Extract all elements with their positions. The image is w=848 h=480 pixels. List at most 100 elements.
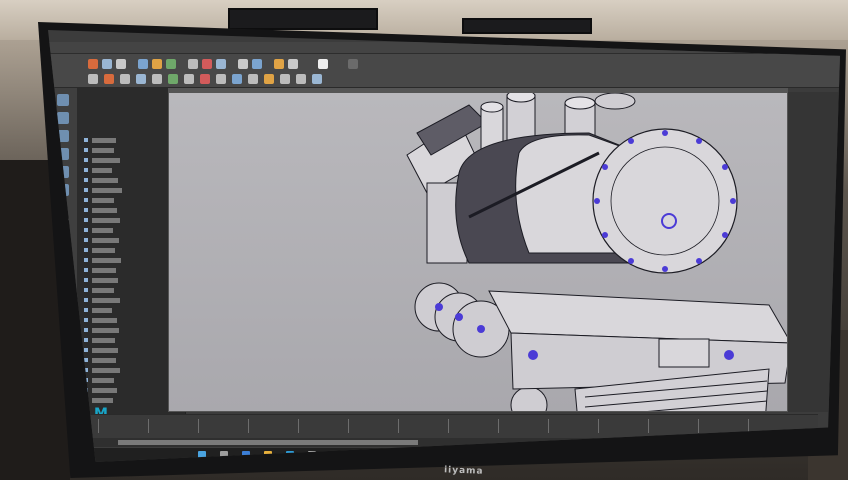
outliner-item-icon: [84, 328, 88, 332]
timeline-tick: [498, 419, 499, 433]
select-tool-icon[interactable]: [57, 94, 69, 106]
outliner-item-icon: [84, 318, 88, 322]
timeline-tick: [398, 419, 399, 433]
shelf-icon[interactable]: [104, 74, 114, 84]
outliner-item[interactable]: [92, 148, 114, 153]
timeline-tick: [348, 419, 349, 433]
lasso-tool-icon[interactable]: [57, 112, 69, 124]
outliner-item-icon: [84, 138, 88, 142]
background-monitor: [462, 18, 592, 34]
timeline-tick: [248, 419, 249, 433]
shelf-icon[interactable]: [248, 74, 258, 84]
outliner-item[interactable]: [92, 258, 121, 263]
shelf-icon[interactable]: [264, 74, 274, 84]
timeline-tick: [548, 419, 549, 433]
outliner-item[interactable]: [92, 348, 118, 353]
outliner-item[interactable]: [92, 328, 119, 333]
shelf-icon[interactable]: [216, 59, 226, 69]
outliner-item[interactable]: [92, 368, 120, 373]
outliner-item[interactable]: [92, 268, 116, 273]
outliner-item[interactable]: [92, 398, 113, 403]
shelf-icon[interactable]: [312, 74, 322, 84]
maya-screen: M: [48, 30, 840, 462]
shelf-icon[interactable]: [318, 59, 328, 69]
shelf-icon[interactable]: [138, 59, 148, 69]
outliner-item-icon: [84, 178, 88, 182]
shelf-icon[interactable]: [120, 74, 130, 84]
outliner-item-icon: [84, 238, 88, 242]
outliner-item[interactable]: [92, 318, 117, 323]
shelf-icon[interactable]: [168, 74, 178, 84]
shelf-icon[interactable]: [184, 74, 194, 84]
outliner-item-icon: [84, 338, 88, 342]
outliner-item[interactable]: [92, 138, 116, 143]
shelf-icon[interactable]: [200, 74, 210, 84]
outliner-item[interactable]: [92, 168, 112, 173]
outliner-item-icon: [84, 308, 88, 312]
outliner-item[interactable]: [92, 228, 113, 233]
timeline-tick: [598, 419, 599, 433]
outliner-item-icon: [84, 218, 88, 222]
shelf-icon[interactable]: [274, 59, 284, 69]
shelf-icon[interactable]: [216, 74, 226, 84]
background-monitor: [228, 8, 378, 30]
shelf-icon[interactable]: [136, 74, 146, 84]
outliner-item[interactable]: [92, 298, 120, 303]
photo-scene: M: [0, 0, 848, 480]
shelf-icon[interactable]: [202, 59, 212, 69]
timeline-tick: [698, 419, 699, 433]
outliner-item-icon: [84, 168, 88, 172]
outliner-item-icon: [84, 348, 88, 352]
viewport-3d[interactable]: [168, 92, 788, 412]
outliner-item[interactable]: [92, 248, 115, 253]
outliner-item[interactable]: [92, 208, 117, 213]
timeline-tick: [448, 419, 449, 433]
shelf-icon[interactable]: [152, 74, 162, 84]
shelf-icon[interactable]: [252, 59, 262, 69]
outliner-item[interactable]: [92, 158, 120, 163]
timeline-tick: [148, 419, 149, 433]
outliner-item[interactable]: [92, 238, 119, 243]
shelf-icon[interactable]: [188, 59, 198, 69]
outliner-item[interactable]: [92, 198, 114, 203]
timeline-tick: [98, 419, 99, 433]
locomotive-model: [406, 93, 787, 411]
outliner-item-icon: [84, 358, 88, 362]
outliner-item-icon: [84, 188, 88, 192]
outliner-item[interactable]: [92, 288, 114, 293]
outliner-item[interactable]: [92, 218, 120, 223]
shelf-icon[interactable]: [116, 59, 126, 69]
outliner-item[interactable]: [92, 308, 112, 313]
shelf-icon[interactable]: [88, 74, 98, 84]
shelf-icon[interactable]: [102, 59, 112, 69]
outliner-item[interactable]: [92, 188, 122, 193]
shelf-toolbar[interactable]: [48, 54, 840, 88]
outliner-item-icon: [84, 248, 88, 252]
outliner-item[interactable]: [92, 378, 114, 383]
outliner-item-icon: [84, 198, 88, 202]
outliner-item-icon: [84, 148, 88, 152]
shelf-icon[interactable]: [166, 59, 176, 69]
shelf-icon[interactable]: [238, 59, 248, 69]
outliner-item[interactable]: [92, 338, 115, 343]
timeline-tick: [648, 419, 649, 433]
outliner-item[interactable]: [92, 388, 117, 393]
outliner-item-icon: [84, 288, 88, 292]
shelf-icon[interactable]: [152, 59, 162, 69]
outliner-item[interactable]: [92, 278, 118, 283]
shelf-icon[interactable]: [88, 59, 98, 69]
monitor-brand-label: iiyama: [443, 465, 484, 477]
outliner-item-icon: [84, 208, 88, 212]
shelf-icon[interactable]: [232, 74, 242, 84]
outliner-item[interactable]: [92, 178, 118, 183]
outliner-item[interactable]: [92, 358, 116, 363]
shelf-icon[interactable]: [296, 74, 306, 84]
outliner-item-icon: [84, 298, 88, 302]
shelf-icon[interactable]: [280, 74, 290, 84]
outliner-item-icon: [84, 268, 88, 272]
range-slider-handle[interactable]: [118, 440, 418, 445]
shelf-icon[interactable]: [348, 59, 358, 69]
shelf-icon[interactable]: [288, 59, 298, 69]
timeline-tick: [298, 419, 299, 433]
outliner-item-icon: [84, 228, 88, 232]
